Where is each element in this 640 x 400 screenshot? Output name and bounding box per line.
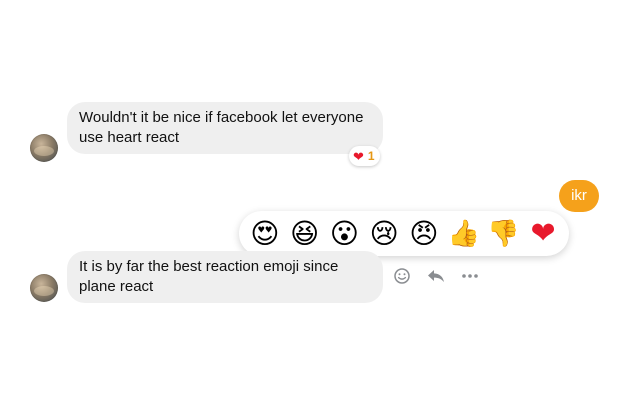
reaction-picker: 😍 😆 😮 😢 😠 👍 👎 ❤ [239, 211, 569, 256]
heart-eyes-emoji[interactable]: 😍 [248, 217, 282, 251]
message-actions [392, 266, 480, 286]
incoming-message-bubble[interactable]: Wouldn't it be nice if facebook let ever… [67, 102, 383, 154]
message-text: ikr [571, 187, 587, 204]
reaction-count: 1 [367, 149, 375, 163]
sender-avatar[interactable] [30, 134, 58, 162]
thumbs-up-emoji[interactable]: 👍 [447, 217, 481, 251]
react-smiley-icon[interactable] [392, 266, 412, 286]
reply-icon[interactable] [426, 266, 446, 286]
message-text: Wouldn't it be nice if facebook let ever… [79, 109, 364, 146]
laughing-emoji[interactable]: 😆 [288, 217, 322, 251]
heart-emoji[interactable]: ❤ [526, 217, 560, 251]
reaction-badge[interactable]: ❤ 1 [349, 146, 380, 166]
sender-avatar[interactable] [30, 274, 58, 302]
angry-emoji[interactable]: 😠 [407, 217, 441, 251]
crying-emoji[interactable]: 😢 [367, 217, 401, 251]
thumbs-down-emoji[interactable]: 👎 [486, 217, 520, 251]
heart-icon: ❤ [353, 148, 364, 164]
more-options-icon[interactable] [460, 266, 480, 286]
outgoing-message-bubble[interactable]: ikr [559, 180, 599, 212]
surprised-emoji[interactable]: 😮 [327, 217, 361, 251]
message-text: It is by far the best reaction emoji sin… [79, 258, 339, 295]
incoming-message-bubble[interactable]: It is by far the best reaction emoji sin… [67, 251, 383, 303]
